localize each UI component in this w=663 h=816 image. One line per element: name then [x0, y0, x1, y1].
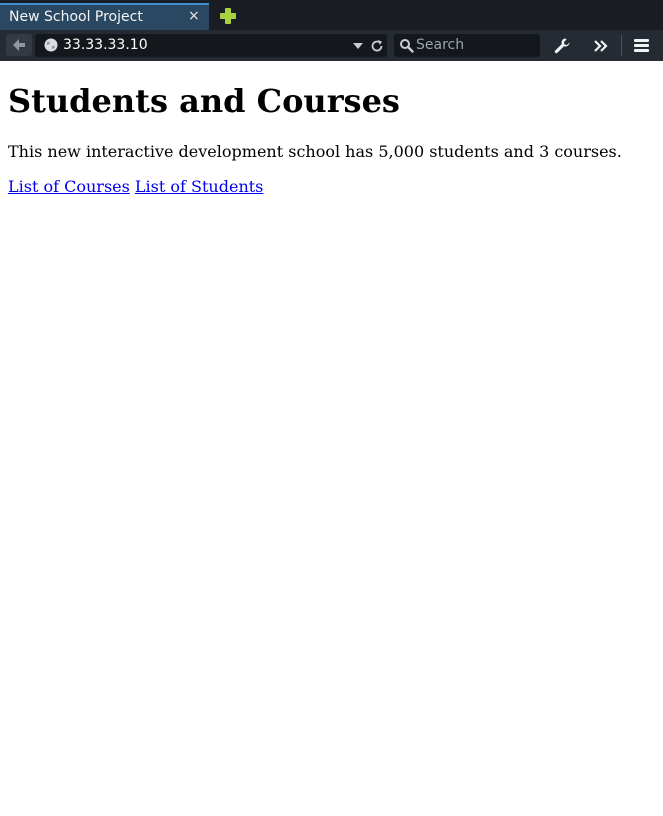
tab-title: New School Project — [9, 9, 143, 25]
back-button[interactable] — [6, 34, 32, 56]
menu-line — [634, 49, 649, 52]
search-input[interactable] — [416, 35, 536, 55]
menu-line — [634, 39, 649, 42]
close-icon[interactable]: × — [188, 8, 200, 24]
wrench-icon[interactable] — [552, 36, 572, 56]
nav-links: List of Courses List of Students — [8, 177, 263, 197]
tab-strip: New School Project × — [0, 0, 663, 30]
page-content: Students and Courses This new interactiv… — [0, 61, 663, 816]
address-bar[interactable]: 33.33.33.10 — [35, 34, 387, 57]
menu-line — [634, 44, 649, 47]
globe-icon — [44, 38, 58, 52]
reload-icon[interactable] — [369, 38, 385, 54]
double-chevron-right-icon[interactable] — [591, 36, 611, 56]
search-bar[interactable] — [394, 34, 540, 57]
intro-paragraph: This new interactive development school … — [8, 142, 622, 161]
page-title: Students and Courses — [8, 82, 400, 120]
list-of-courses-link[interactable]: List of Courses — [8, 177, 130, 196]
chevron-down-icon[interactable] — [353, 43, 363, 49]
search-icon — [400, 39, 414, 53]
plus-icon[interactable] — [218, 6, 238, 26]
toolbar-divider — [621, 35, 622, 56]
list-of-students-link[interactable]: List of Students — [135, 177, 263, 196]
browser-chrome: New School Project × 33.33.33.10 — [0, 0, 663, 61]
hamburger-menu-icon[interactable] — [632, 36, 652, 56]
tab-new-school-project[interactable]: New School Project × — [0, 3, 209, 30]
navigation-toolbar: 33.33.33.10 — [0, 30, 663, 61]
back-arrow-icon — [13, 39, 25, 51]
url-text[interactable]: 33.33.33.10 — [63, 37, 148, 53]
